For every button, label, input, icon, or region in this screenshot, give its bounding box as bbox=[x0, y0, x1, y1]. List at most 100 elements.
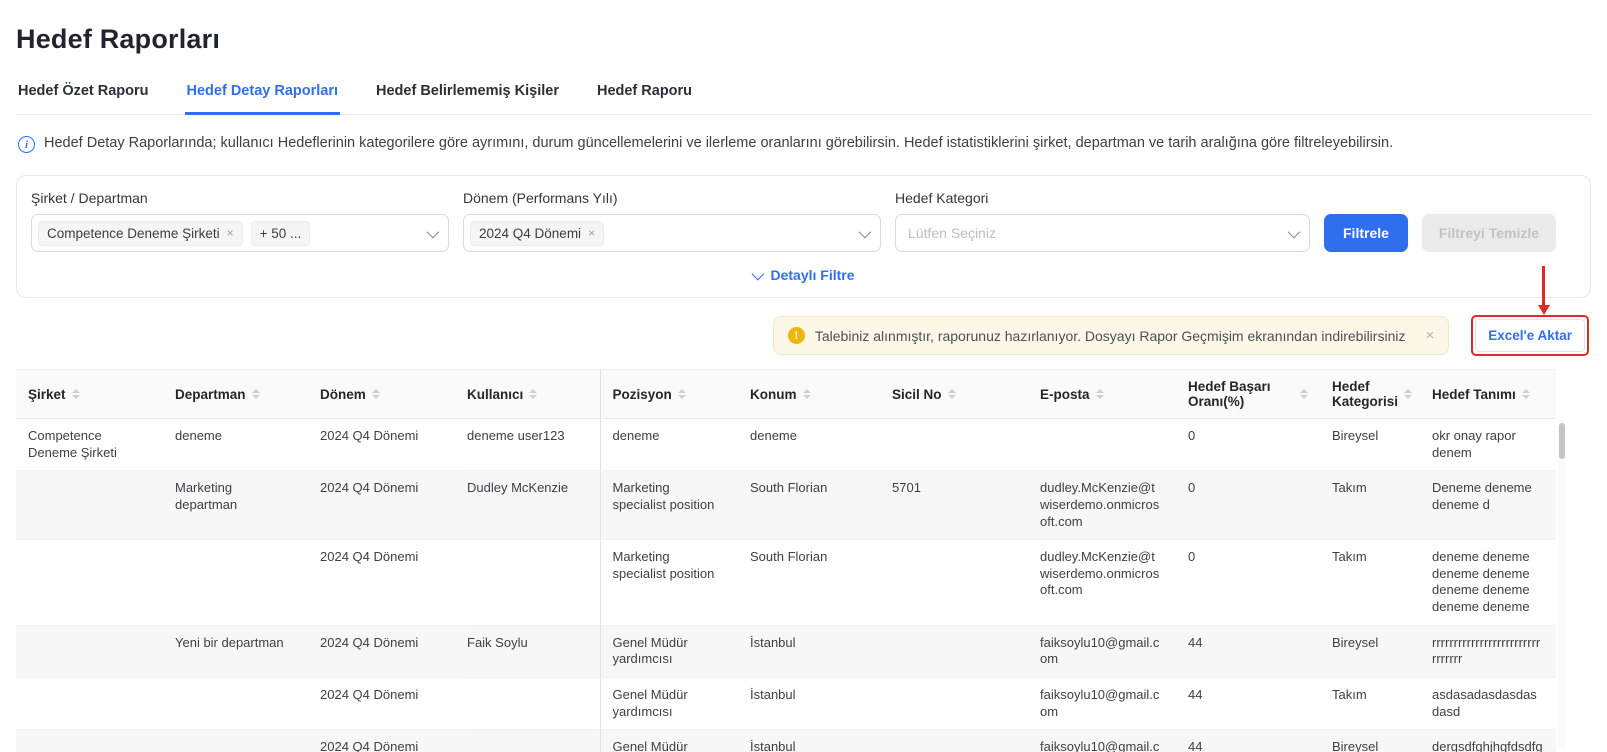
detail-filter-toggle[interactable]: Detaylı Filtre bbox=[31, 267, 1576, 283]
chevron-down-icon bbox=[752, 267, 765, 280]
table-cell: Genel Müdür yardımcısı bbox=[600, 677, 738, 729]
tab-hedef-belirlememis-kisiler[interactable]: Hedef Belirlememiş Kişiler bbox=[374, 75, 561, 114]
toast-message: Talebiniz alınmıştır, raporunuz hazırlan… bbox=[815, 328, 1406, 344]
tab-hedef-detay-raporlari[interactable]: Hedef Detay Raporları bbox=[185, 75, 341, 115]
table-cell: 2024 Q4 Dönemi bbox=[308, 540, 455, 626]
excel-export-button[interactable]: Excel'e Aktar bbox=[1475, 319, 1585, 352]
sort-icon[interactable] bbox=[1404, 389, 1412, 399]
filter-panel: Şirket / Departman Competence Deneme Şir… bbox=[16, 175, 1591, 298]
company-department-select[interactable]: Competence Deneme Şirketi × + 50 ... bbox=[31, 214, 449, 252]
table-cell bbox=[880, 419, 1028, 471]
table-cell: dudley.McKenzie@twiserdemo.onmicrosoft.c… bbox=[1028, 540, 1176, 626]
column-header[interactable]: Konum bbox=[738, 370, 880, 419]
scrollbar-thumb[interactable] bbox=[1559, 423, 1565, 459]
table-cell: dergsdfghjhgfdsdfghjhjb bbox=[1420, 730, 1556, 752]
sort-icon[interactable] bbox=[948, 389, 956, 399]
table-cell bbox=[455, 540, 600, 626]
table-cell: dudley.McKenzie@twiserdemo.onmicrosoft.c… bbox=[1028, 471, 1176, 540]
chip-label: 2024 Q4 Dönemi bbox=[479, 226, 581, 241]
column-header[interactable]: Hedef Başarı Oranı(%) bbox=[1176, 370, 1320, 419]
sort-icon[interactable] bbox=[1522, 389, 1530, 399]
chevron-down-icon bbox=[859, 225, 872, 238]
column-header[interactable]: Hedef Tanımı bbox=[1420, 370, 1556, 419]
column-header-label: Pozisyon bbox=[613, 387, 672, 402]
sort-icon[interactable] bbox=[372, 389, 380, 399]
annotation-arrow-icon bbox=[1542, 266, 1545, 306]
sort-icon[interactable] bbox=[1300, 389, 1308, 399]
table-cell: asdasadasdasdasdasd bbox=[1420, 677, 1556, 729]
table-cell: South Florian bbox=[738, 540, 880, 626]
table-cell: Takım bbox=[1320, 540, 1420, 626]
tab-hedef-raporu[interactable]: Hedef Raporu bbox=[595, 75, 694, 114]
table-cell bbox=[455, 677, 600, 729]
chip-label: Competence Deneme Şirketi bbox=[47, 226, 220, 241]
chip-remove-icon[interactable]: × bbox=[227, 227, 234, 239]
table-cell: rrrrrrrrrrrrrrrrrrrrrrrrrrrrrrrr bbox=[1420, 625, 1556, 677]
column-header[interactable]: Hedef Kategorisi bbox=[1320, 370, 1420, 419]
table-cell: deneme user123 bbox=[455, 419, 600, 471]
export-annotation-box: Excel'e Aktar bbox=[1471, 315, 1589, 356]
column-header[interactable]: E-posta bbox=[1028, 370, 1176, 419]
filter-row: Şirket / Departman Competence Deneme Şir… bbox=[31, 190, 1576, 252]
table-cell: deneme bbox=[738, 419, 880, 471]
table-cell: faiksoylu10@gmail.com bbox=[1028, 625, 1176, 677]
sort-icon[interactable] bbox=[803, 389, 811, 399]
table-cell: South Florian bbox=[738, 471, 880, 540]
column-header[interactable]: Pozisyon bbox=[600, 370, 738, 419]
table-cell bbox=[16, 730, 163, 752]
tab-bar: Hedef Özet Raporu Hedef Detay Raporları … bbox=[16, 75, 1591, 115]
goal-detail-table: Şirket Departman Dönem Kullanıcı Pozisyon Kon… bbox=[16, 369, 1556, 752]
table-cell: deneme bbox=[600, 419, 738, 471]
vertical-scrollbar[interactable] bbox=[1558, 419, 1566, 749]
table-cell: İstanbul bbox=[738, 625, 880, 677]
column-header[interactable]: Dönem bbox=[308, 370, 455, 419]
period-select[interactable]: 2024 Q4 Dönemi × bbox=[463, 214, 881, 252]
table-cell: Marketing specialist position bbox=[600, 471, 738, 540]
table-cell bbox=[455, 730, 600, 752]
tab-hedef-ozet-raporu[interactable]: Hedef Özet Raporu bbox=[16, 75, 151, 114]
filter-button[interactable]: Filtrele bbox=[1324, 214, 1408, 252]
table-cell bbox=[16, 625, 163, 677]
column-header-label: Şirket bbox=[28, 387, 66, 402]
table-cell: 44 bbox=[1176, 730, 1320, 752]
table-cell: deneme bbox=[163, 419, 308, 471]
page: Hedef Raporları Hedef Özet Raporu Hedef … bbox=[0, 0, 1607, 752]
table-cell: okr onay rapor denem bbox=[1420, 419, 1556, 471]
chip-remove-icon[interactable]: × bbox=[588, 227, 595, 239]
table-cell: Takım bbox=[1320, 471, 1420, 540]
more-selected-chip[interactable]: + 50 ... bbox=[251, 221, 311, 246]
column-header-label: Kullanıcı bbox=[467, 387, 523, 402]
table-cell: İstanbul bbox=[738, 730, 880, 752]
table-cell: faiksoylu10@gmail.com bbox=[1028, 677, 1176, 729]
chevron-down-icon bbox=[1288, 225, 1301, 238]
table-cell: Bireysel bbox=[1320, 419, 1420, 471]
sort-icon[interactable] bbox=[252, 389, 260, 399]
selected-company-chip[interactable]: Competence Deneme Şirketi × bbox=[38, 221, 243, 246]
column-header-label: Hedef Başarı Oranı(%) bbox=[1188, 379, 1294, 409]
period-field: Dönem (Performans Yılı) 2024 Q4 Dönemi × bbox=[463, 190, 881, 252]
column-header-label: Departman bbox=[175, 387, 246, 402]
column-header[interactable]: Şirket bbox=[16, 370, 163, 419]
table-cell: İstanbul bbox=[738, 677, 880, 729]
info-banner: i Hedef Detay Raporlarında; kullanıcı He… bbox=[18, 135, 1591, 153]
sort-icon[interactable] bbox=[1096, 389, 1104, 399]
category-select[interactable]: Lütfen Seçiniz bbox=[895, 214, 1310, 252]
table-cell: Bireysel bbox=[1320, 625, 1420, 677]
sort-icon[interactable] bbox=[72, 389, 80, 399]
clear-filter-button[interactable]: Filtreyi Temizle bbox=[1422, 214, 1556, 252]
table-cell: Dudley McKenzie bbox=[455, 471, 600, 540]
table-cell: deneme deneme deneme deneme deneme denem… bbox=[1420, 540, 1556, 626]
select-placeholder: Lütfen Seçiniz bbox=[902, 225, 996, 241]
sort-icon[interactable] bbox=[529, 389, 537, 399]
column-header[interactable]: Sicil No bbox=[880, 370, 1028, 419]
table-row: Marketing departman2024 Q4 DönemiDudley … bbox=[16, 471, 1556, 540]
column-header[interactable]: Kullanıcı bbox=[455, 370, 600, 419]
table-cell: Marketing specialist position bbox=[600, 540, 738, 626]
selected-period-chip[interactable]: 2024 Q4 Dönemi × bbox=[470, 221, 604, 246]
info-icon: i bbox=[18, 136, 35, 153]
sort-icon[interactable] bbox=[678, 389, 686, 399]
table-cell bbox=[880, 625, 1028, 677]
toast-close-icon[interactable]: × bbox=[1425, 327, 1434, 344]
column-header[interactable]: Departman bbox=[163, 370, 308, 419]
report-table: Şirket Departman Dönem Kullanıcı Pozisyon Kon… bbox=[16, 369, 1591, 752]
